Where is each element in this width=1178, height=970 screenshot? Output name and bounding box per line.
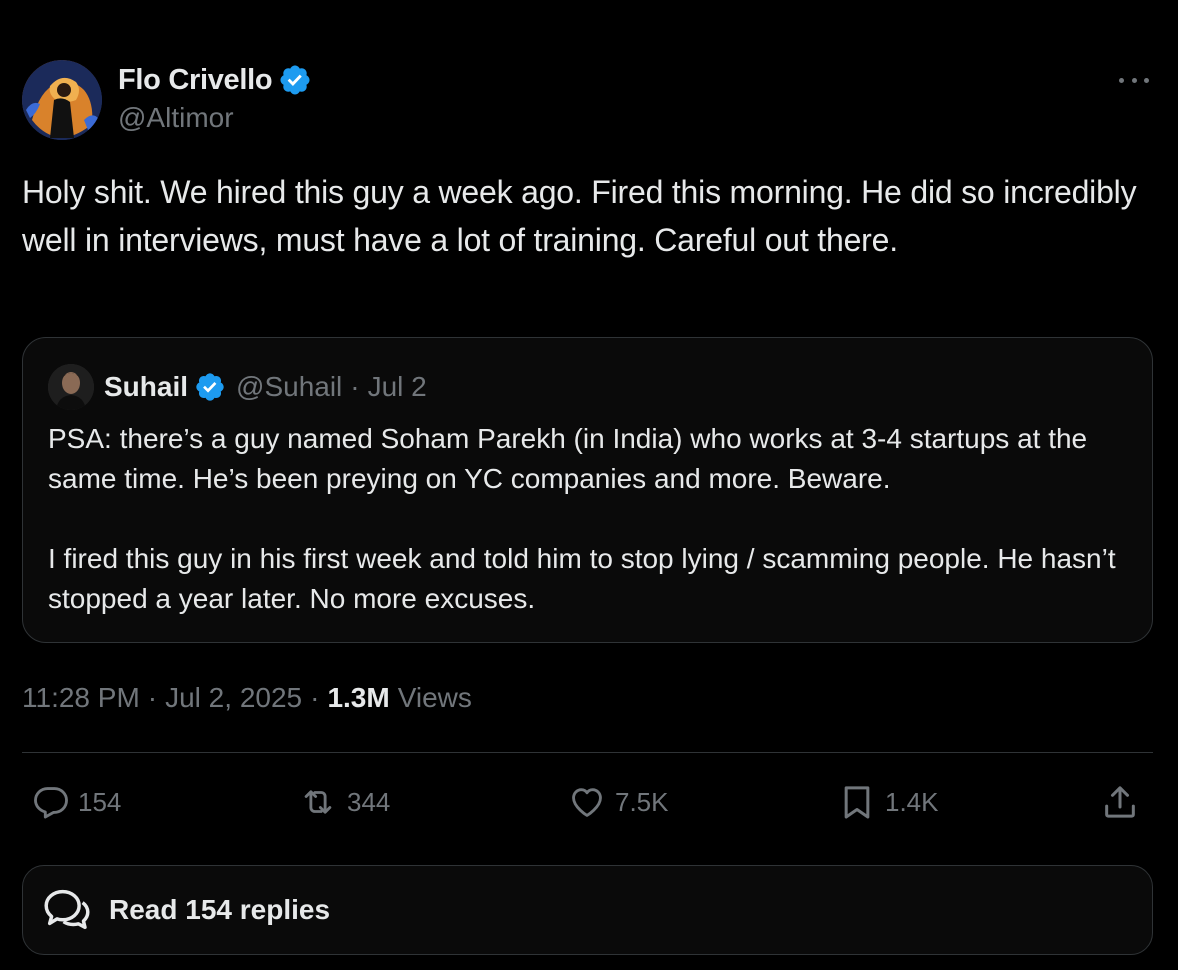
display-name-row: Flo Crivello [118, 62, 312, 98]
divider [22, 752, 1153, 753]
author-names: Flo Crivello @Altimor [118, 62, 312, 134]
share-button[interactable] [1100, 778, 1140, 826]
tweet-date[interactable]: Jul 2, 2025 [165, 682, 302, 714]
quoted-separator: · [350, 371, 360, 402]
verified-badge-icon[interactable] [278, 63, 312, 97]
quoted-paragraph: PSA: there’s a guy named Soham Parekh (i… [48, 423, 1088, 494]
heart-icon [572, 788, 602, 817]
quoted-tweet-text: PSA: there’s a guy named Soham Parekh (i… [48, 419, 1128, 619]
action-bar: 154 344 7.5K 1.4K [22, 778, 1153, 826]
meta-separator: · [147, 682, 158, 713]
meta-separator: · [310, 682, 320, 713]
author-handle[interactable]: @Altimor [118, 102, 312, 134]
reply-button[interactable]: 154 [32, 778, 121, 826]
tweet: Flo Crivello @Altimor Holy shit. We hire… [22, 0, 1153, 970]
read-replies-label: Read 154 replies [109, 894, 331, 925]
quoted-tweet-header: Suhail @Suhail · Jul 2 [48, 363, 427, 411]
share-icon [1105, 786, 1135, 818]
reply-icon [34, 787, 68, 819]
verified-badge-icon [194, 371, 226, 403]
author-display-name[interactable]: Flo Crivello [118, 64, 273, 97]
like-button[interactable]: 7.5K [567, 778, 669, 826]
more-options-icon[interactable] [1119, 68, 1149, 92]
views-count[interactable]: 1.3M [327, 682, 389, 714]
quoted-author-avatar [48, 364, 94, 410]
views-label: Views [397, 682, 472, 713]
tweet-meta: 11:28 PM · Jul 2, 2025 · 1.3M Views [22, 678, 472, 718]
bookmark-button[interactable]: 1.4K [837, 778, 939, 826]
quoted-author-handle: @Suhail [236, 371, 343, 402]
tweet-time[interactable]: 11:28 PM [22, 682, 140, 714]
author-avatar[interactable] [22, 60, 102, 140]
tweet-text: Holy shit. We hired this guy a week ago.… [22, 174, 1137, 258]
bookmark-count: 1.4K [885, 786, 939, 817]
chat-bubbles-icon [44, 889, 90, 930]
repost-count: 344 [347, 786, 391, 817]
bookmark-icon [844, 786, 870, 819]
read-replies-button[interactable]: Read 154 replies [22, 865, 1153, 955]
reply-count: 154 [78, 786, 122, 817]
quoted-tweet[interactable]: Suhail @Suhail · Jul 2 PSA: there’s a gu… [22, 337, 1153, 643]
quoted-paragraph: I fired this guy in his first week and t… [48, 543, 1116, 614]
repost-icon [304, 790, 332, 814]
repost-button[interactable]: 344 [297, 778, 390, 826]
like-count: 7.5K [615, 786, 669, 817]
tweet-header: Flo Crivello @Altimor [22, 60, 1153, 142]
quoted-date: Jul 2 [367, 371, 427, 402]
quoted-author-display-name: Suhail [104, 371, 189, 402]
